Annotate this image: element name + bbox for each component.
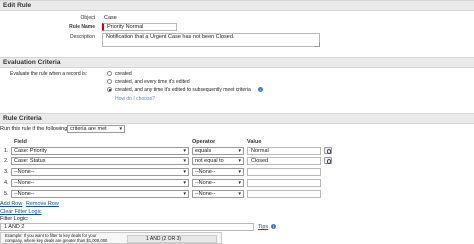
evaluation-criteria-header: Evaluation Criteria <box>0 57 474 68</box>
how-do-i-choose-link[interactable]: How do I choose? <box>115 96 155 102</box>
row-number: 4. <box>4 180 9 186</box>
operator-select-value: not equal to <box>195 158 224 164</box>
field-select-value: --None-- <box>14 191 35 197</box>
radio-created-every-edit[interactable] <box>107 79 112 84</box>
operator-select-value: equals <box>195 148 212 154</box>
column-operator: Operator <box>192 139 216 145</box>
run-rule-select-value: criteria are met <box>70 126 107 132</box>
value-input[interactable]: Normal <box>247 147 321 155</box>
option-created-subsequently-meet-label: created, and any time it's edited to sub… <box>115 87 251 93</box>
value-input[interactable] <box>247 179 321 187</box>
chevron-down-icon: ▼ <box>182 169 187 174</box>
row-number: 3. <box>4 169 9 175</box>
field-select-value: --None-- <box>14 169 35 175</box>
row-number: 5. <box>4 191 9 197</box>
field-select[interactable]: --None-- ▼ <box>11 190 189 198</box>
info-icon[interactable]: i <box>271 224 276 229</box>
operator-select-value: --None-- <box>195 169 216 175</box>
rule-name-label: Rule Name <box>69 24 95 30</box>
row-number: 1. <box>4 148 9 154</box>
remove-row-link[interactable]: Remove Row <box>26 201 59 207</box>
object-value: Case <box>104 15 117 21</box>
operator-select[interactable]: not equal to ▼ <box>192 157 244 165</box>
add-row-link[interactable]: Add Row <box>0 201 22 207</box>
lookup-icon[interactable] <box>324 157 332 164</box>
evaluation-prompt: Evaluate the rule when a record is: <box>10 71 87 77</box>
column-value: Value <box>247 139 262 145</box>
field-select-value: Case: Priority <box>14 148 48 154</box>
field-select[interactable]: Case: Priority ▼ <box>11 147 189 155</box>
radio-created[interactable] <box>107 71 112 76</box>
chevron-down-icon: ▼ <box>182 180 187 185</box>
object-label: Object <box>80 15 95 21</box>
chevron-down-icon: ▼ <box>118 126 123 131</box>
lookup-icon[interactable] <box>324 147 332 154</box>
radio-created-subsequently-meet[interactable] <box>107 87 112 92</box>
option-created-label: created <box>115 71 132 77</box>
row-number: 2. <box>4 158 9 164</box>
field-select[interactable]: --None-- ▼ <box>11 168 189 176</box>
chevron-down-icon: ▼ <box>237 148 242 153</box>
description-textarea[interactable]: Notification that a Urgent Case has not … <box>102 33 320 47</box>
chevron-down-icon: ▼ <box>182 148 187 153</box>
clear-filter-logic-link[interactable]: Clear Filter Logic <box>0 209 42 215</box>
description-label: Description <box>69 34 95 40</box>
example-text: Example: If you want to filter to key de… <box>5 233 108 243</box>
operator-select[interactable]: --None-- ▼ <box>192 168 244 176</box>
info-icon[interactable]: i <box>258 87 263 92</box>
column-field: Field <box>14 139 27 145</box>
edit-rule-header: Edit Rule <box>0 0 474 11</box>
operator-select-value: --None-- <box>195 180 216 186</box>
filter-logic-label: Filter Logic: <box>0 216 29 222</box>
chevron-down-icon: ▼ <box>237 169 242 174</box>
operator-select[interactable]: equals ▼ <box>192 147 244 155</box>
chevron-down-icon: ▼ <box>237 180 242 185</box>
filter-logic-example-box: Example: If you want to filter to key de… <box>0 232 222 244</box>
example-logic-box: 1 AND (2 OR 3) <box>127 235 217 243</box>
field-select-value: Case: Status <box>14 158 46 164</box>
value-input[interactable]: Closed <box>247 157 321 165</box>
rule-criteria-header: Rule Criteria <box>0 113 474 124</box>
field-select-value: --None-- <box>14 180 35 186</box>
value-input[interactable] <box>247 168 321 176</box>
value-input[interactable] <box>247 190 321 198</box>
option-created-every-edit-label: created, and every time it's edited <box>115 79 190 85</box>
chevron-down-icon: ▼ <box>182 191 187 196</box>
tips-link[interactable]: Tips <box>258 224 268 230</box>
rule-name-input[interactable]: Priority Normal <box>102 23 177 31</box>
run-rule-select[interactable]: criteria are met ▼ <box>67 125 125 133</box>
resize-handle[interactable] <box>314 42 320 47</box>
chevron-down-icon: ▼ <box>237 158 242 163</box>
run-rule-label: Run this rule if the following <box>0 126 68 132</box>
row-actions: Add Row Remove Row <box>0 201 59 207</box>
filter-logic-input[interactable]: 1 AND 2 <box>0 223 254 231</box>
operator-select[interactable]: --None-- ▼ <box>192 179 244 187</box>
chevron-down-icon: ▼ <box>182 158 187 163</box>
operator-select[interactable]: --None-- ▼ <box>192 190 244 198</box>
operator-select-value: --None-- <box>195 191 216 197</box>
chevron-down-icon: ▼ <box>237 191 242 196</box>
field-select[interactable]: --None-- ▼ <box>11 179 189 187</box>
field-select[interactable]: Case: Status ▼ <box>11 157 189 165</box>
